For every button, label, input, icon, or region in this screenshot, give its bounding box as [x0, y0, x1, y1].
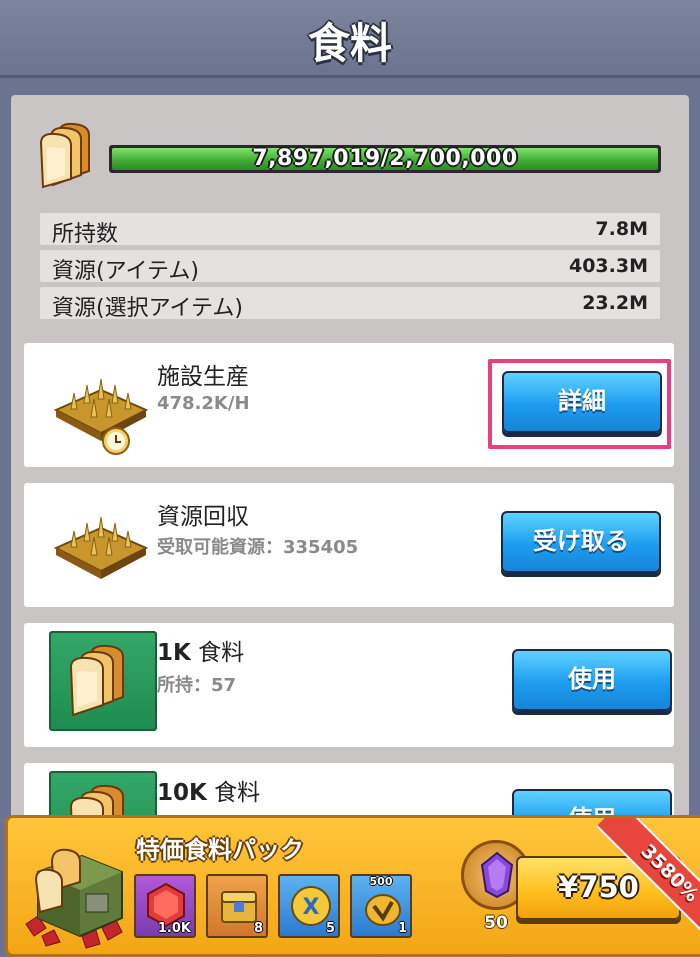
ribbon-clip: 3580%: [8, 818, 700, 957]
use-button[interactable]: 使用: [512, 649, 672, 711]
card-subtitle: 所持：57: [157, 675, 237, 696]
card-title: 1K 食料: [157, 633, 244, 667]
card-title: 施設生産: [157, 364, 249, 390]
discount-ribbon: 3580%: [596, 818, 700, 947]
card-title: 10K 食料: [157, 773, 260, 807]
details-button-highlight: [488, 359, 671, 449]
stat-label: 資源(アイテム): [52, 259, 199, 284]
food-amount: 1K: [157, 640, 191, 666]
card-food-1k: 1K 食料 所持：57 使用: [24, 623, 674, 747]
card-subtitle: 478.2K/H: [157, 393, 250, 414]
food-amount: 10K: [157, 780, 207, 806]
food-name: 食料: [214, 780, 261, 806]
food-name: 食料: [198, 640, 245, 666]
stat-row-selected-items: 資源(選択アイテム) 23.2M: [40, 287, 660, 321]
farm-icon: [46, 503, 156, 593]
top-bar: 食料: [0, 0, 700, 78]
bread-icon: [69, 644, 124, 717]
stat-row-items: 資源(アイテム) 403.3M: [40, 250, 660, 284]
food-item-tile: [49, 631, 157, 731]
card-title: 資源回収: [157, 504, 249, 530]
stat-value: 23.2M: [582, 292, 648, 314]
page-title: 食料: [307, 19, 392, 68]
food-progress-text: 7,897,019/2,700,000: [252, 146, 518, 171]
stat-row-owned: 所持数 7.8M: [40, 213, 660, 247]
stat-label: 資源(選択アイテム): [52, 296, 243, 321]
bread-icon: [37, 119, 109, 189]
food-progress-bar: 7,897,019/2,700,000: [109, 145, 661, 173]
special-food-pack-banner[interactable]: 特価食料パック 1.0K 8 X 5 500 1 50 ¥750 3580%: [5, 815, 700, 957]
card-subtitle: 受取可能資源：335405: [157, 537, 359, 558]
stat-label: 所持数: [52, 222, 119, 247]
stat-value: 403.3M: [568, 255, 648, 277]
receive-button[interactable]: 受け取る: [501, 511, 661, 573]
card-collect: 資源回収 受取可能資源：335405 受け取る: [24, 483, 674, 607]
stat-value: 7.8M: [595, 218, 648, 240]
farm-clock-icon: [46, 365, 156, 455]
